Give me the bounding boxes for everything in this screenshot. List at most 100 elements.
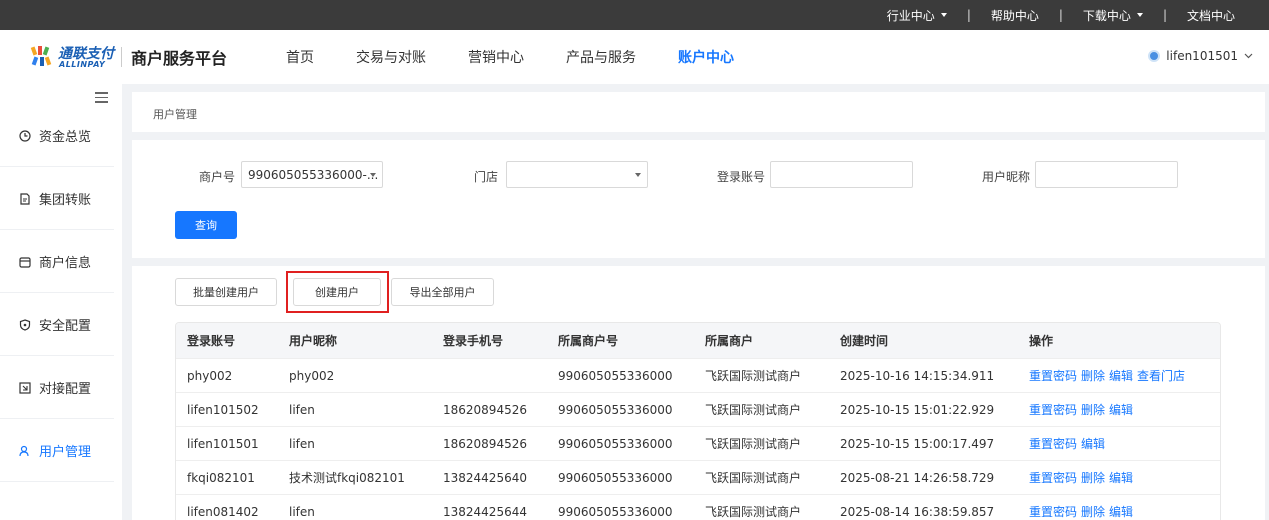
nickname-label: 用户昵称 bbox=[982, 170, 1031, 184]
chevron-down-icon bbox=[1244, 53, 1253, 59]
header-divider bbox=[121, 47, 122, 67]
utility-links: 行业中心 | 帮助中心 | 下载中心 | 文档中心 bbox=[887, 0, 1235, 30]
nav-products[interactable]: 产品与服务 bbox=[566, 47, 636, 67]
cell-phone: 18620894526 bbox=[443, 436, 527, 451]
delete-link[interactable]: 删除 bbox=[1081, 503, 1105, 520]
sidebar-item-security[interactable]: 安全配置 bbox=[0, 294, 114, 356]
cell-actions: 重置密码 编辑 bbox=[1029, 427, 1105, 460]
shield-icon bbox=[19, 318, 31, 331]
cell-account: lifen101502 bbox=[187, 402, 259, 417]
help-center-link[interactable]: 帮助中心 bbox=[991, 7, 1039, 24]
sidebar-item-label: 对接配置 bbox=[39, 382, 92, 397]
table-row: phy002 phy002 990605055336000 飞跃国际测试商户 2… bbox=[176, 359, 1220, 393]
cell-merchant-no: 990605055336000 bbox=[558, 436, 673, 451]
query-button[interactable]: 查询 bbox=[175, 211, 237, 239]
nickname-input[interactable] bbox=[1035, 161, 1178, 188]
caret-down-icon bbox=[635, 173, 641, 177]
merchant-no-select[interactable]: 990605055336000-... bbox=[241, 161, 383, 188]
cell-nickname: lifen bbox=[289, 504, 315, 519]
cell-phone: 18620894526 bbox=[443, 402, 527, 417]
doc-center-link[interactable]: 文档中心 bbox=[1187, 7, 1235, 24]
merchant-no-label: 商户号 bbox=[199, 170, 236, 184]
download-center-link[interactable]: 下载中心 bbox=[1083, 7, 1143, 24]
main-header: 通联支付 ALLINPAY 商户服务平台 首页 交易与对账 营销中心 产品与服务… bbox=[0, 30, 1269, 84]
reset-password-link[interactable]: 重置密码 bbox=[1029, 401, 1077, 418]
export-all-users-button[interactable]: 导出全部用户 bbox=[391, 278, 494, 306]
view-stores-link[interactable]: 查看门店 bbox=[1137, 367, 1185, 384]
cell-merchant-no: 990605055336000 bbox=[558, 504, 673, 519]
delete-link[interactable]: 删除 bbox=[1081, 469, 1105, 486]
download-center-label: 下载中心 bbox=[1082, 8, 1131, 23]
cell-account: lifen101501 bbox=[187, 436, 259, 451]
reset-password-link[interactable]: 重置密码 bbox=[1029, 503, 1077, 520]
platform-title: 商户服务平台 bbox=[131, 49, 228, 68]
top-utility-bar: 行业中心 | 帮助中心 | 下载中心 | 文档中心 bbox=[0, 0, 1269, 30]
industry-center-link[interactable]: 行业中心 bbox=[887, 7, 947, 24]
allinpay-logo-icon bbox=[30, 46, 52, 66]
table-row: lifen101502 lifen 18620894526 9906050553… bbox=[176, 393, 1220, 427]
cell-merchant: 飞跃国际测试商户 bbox=[705, 369, 802, 383]
edit-link[interactable]: 编辑 bbox=[1109, 367, 1133, 384]
edit-link[interactable]: 编辑 bbox=[1109, 503, 1133, 520]
edit-link[interactable]: 编辑 bbox=[1109, 469, 1133, 486]
nav-account-center[interactable]: 账户中心 bbox=[678, 47, 734, 67]
sidebar-item-funds-overview[interactable]: 资金总览 bbox=[0, 105, 114, 167]
column-header: 所属商户号 bbox=[558, 334, 619, 348]
sidebar-item-group-transfer[interactable]: 集团转账 bbox=[0, 168, 114, 230]
edit-link[interactable]: 编辑 bbox=[1109, 401, 1133, 418]
user-table: 登录账号 用户昵称 登录手机号 所属商户号 所属商户 创建时间 操作 phy00… bbox=[175, 322, 1221, 520]
avatar bbox=[1148, 50, 1161, 62]
clock-icon bbox=[19, 129, 31, 142]
cell-actions: 重置密码 删除 编辑 查看门店 bbox=[1029, 359, 1185, 392]
delete-link[interactable]: 删除 bbox=[1081, 401, 1105, 418]
table-row: lifen101501 lifen 18620894526 9906050553… bbox=[176, 427, 1220, 461]
reset-password-link[interactable]: 重置密码 bbox=[1029, 469, 1077, 486]
menu-toggle-icon[interactable] bbox=[95, 92, 108, 103]
cell-merchant-no: 990605055336000 bbox=[558, 402, 673, 417]
document-icon bbox=[20, 192, 30, 205]
reset-password-link[interactable]: 重置密码 bbox=[1029, 435, 1077, 452]
link-icon bbox=[19, 381, 31, 394]
delete-link[interactable]: 删除 bbox=[1081, 367, 1105, 384]
store-select[interactable] bbox=[506, 161, 648, 188]
chevron-down-icon bbox=[1136, 13, 1143, 17]
breadcrumb: 用户管理 bbox=[153, 108, 197, 121]
edit-link[interactable]: 编辑 bbox=[1081, 435, 1105, 452]
cell-account: phy002 bbox=[187, 368, 233, 383]
cell-account: lifen081402 bbox=[187, 504, 259, 519]
merchant-no-value: 990605055336000-... bbox=[248, 168, 379, 182]
cell-account: fkqi082101 bbox=[187, 470, 255, 485]
main-nav: 首页 交易与对账 营销中心 产品与服务 账户中心 bbox=[286, 30, 776, 84]
highlight-box bbox=[286, 271, 389, 313]
separator: | bbox=[1162, 8, 1167, 22]
nav-marketing[interactable]: 营销中心 bbox=[468, 47, 524, 67]
user-menu[interactable]: lifen101501 bbox=[1148, 49, 1253, 63]
column-header: 登录手机号 bbox=[443, 334, 504, 348]
batch-create-users-button[interactable]: 批量创建用户 bbox=[175, 278, 277, 306]
login-account-label: 登录账号 bbox=[717, 170, 766, 184]
nav-transactions[interactable]: 交易与对账 bbox=[356, 47, 426, 67]
login-account-input[interactable] bbox=[770, 161, 913, 188]
cell-nickname: lifen bbox=[289, 436, 315, 451]
cell-created: 2025-08-14 16:38:59.857 bbox=[840, 504, 995, 519]
sidebar-item-user-management[interactable]: 用户管理 bbox=[0, 420, 114, 482]
reset-password-link[interactable]: 重置密码 bbox=[1029, 367, 1077, 384]
cell-phone: 13824425644 bbox=[443, 504, 527, 519]
table-row: fkqi082101 技术测试fkqi082101 13824425640 99… bbox=[176, 461, 1220, 495]
separator: | bbox=[966, 8, 971, 22]
cell-merchant: 飞跃国际测试商户 bbox=[705, 403, 802, 417]
doc-center-label: 文档中心 bbox=[1186, 8, 1235, 23]
caret-down-icon bbox=[370, 173, 376, 177]
logo-text-en: ALLINPAY bbox=[59, 60, 106, 69]
allinpay-logo[interactable]: 通联支付 ALLINPAY bbox=[30, 42, 120, 72]
sidebar-item-merchant-info[interactable]: 商户信息 bbox=[0, 231, 114, 293]
chevron-down-icon bbox=[940, 13, 947, 17]
nav-home[interactable]: 首页 bbox=[286, 47, 314, 67]
column-header: 登录账号 bbox=[187, 334, 236, 348]
cell-nickname: phy002 bbox=[289, 368, 335, 383]
sidebar-item-label: 安全配置 bbox=[39, 319, 92, 334]
cell-nickname: lifen bbox=[289, 402, 315, 417]
search-form: 商户号 990605055336000-... 门店 登录账号 用户昵称 查询 bbox=[132, 140, 1265, 258]
sidebar-item-label: 商户信息 bbox=[39, 256, 92, 271]
sidebar-item-integration[interactable]: 对接配置 bbox=[0, 357, 114, 419]
